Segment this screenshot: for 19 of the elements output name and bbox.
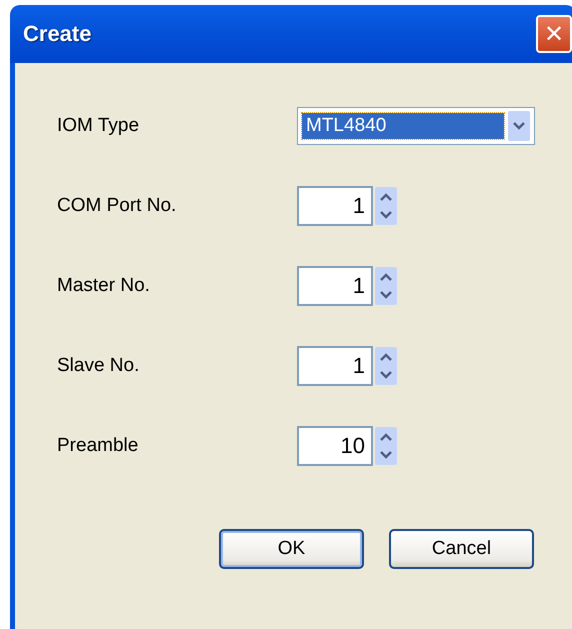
- window-title: Create: [23, 21, 92, 47]
- field-label: Master No.: [57, 275, 151, 297]
- field-label: Preamble: [57, 435, 140, 457]
- field-label: Slave No.: [57, 355, 140, 377]
- spinner-arrows-icon[interactable]: [375, 426, 397, 466]
- number-field[interactable]: 1: [297, 266, 373, 306]
- dropdown[interactable]: MTL4840: [297, 107, 535, 145]
- spinner-arrows-icon[interactable]: [375, 266, 397, 306]
- field-label: COM Port No.: [57, 195, 178, 217]
- number-field[interactable]: 10: [297, 426, 373, 466]
- field-label: IOM Type: [57, 115, 140, 137]
- number-field[interactable]: 1: [297, 346, 373, 386]
- close-button[interactable]: ✕: [536, 15, 572, 53]
- selected-option: MTL4840: [302, 113, 504, 139]
- spinner-arrows-icon[interactable]: [375, 346, 397, 386]
- spinner-arrows-icon[interactable]: [375, 186, 397, 226]
- number-field[interactable]: 1: [297, 186, 373, 226]
- dialog-button[interactable]: Cancel: [389, 529, 534, 569]
- dialog-button[interactable]: OK: [219, 529, 364, 569]
